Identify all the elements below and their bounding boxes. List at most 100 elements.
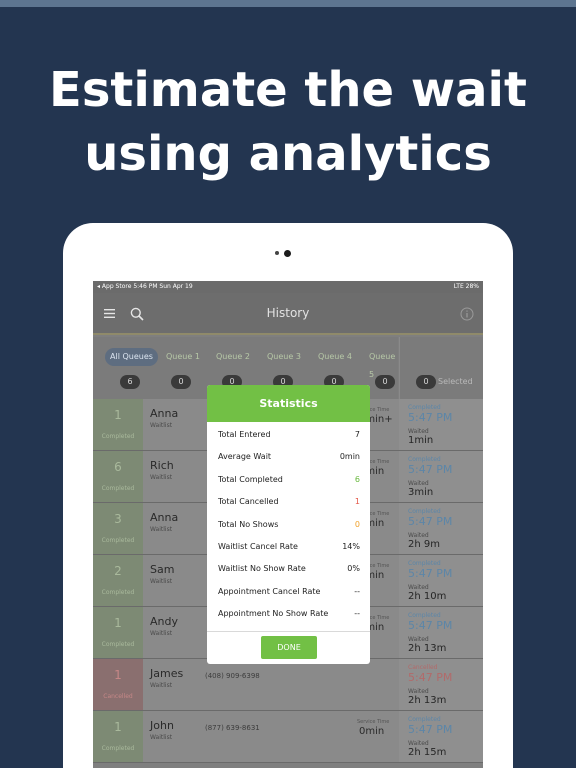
completion-state: Completed xyxy=(408,716,441,723)
selected-label: Selected xyxy=(438,377,473,386)
stat-value: 0min xyxy=(339,452,360,462)
waited-label: Waited xyxy=(408,584,429,591)
position-state: Completed xyxy=(101,589,135,596)
done-button[interactable]: DONE xyxy=(261,636,317,659)
info-icon[interactable] xyxy=(460,307,474,321)
stat-row: Total Cancelled 1 xyxy=(207,490,370,512)
guest-phone: (877) 639-8631 xyxy=(205,724,260,732)
waited-value: 1min xyxy=(408,435,434,446)
waited-label: Waited xyxy=(408,428,429,435)
guest-type: Waitlist xyxy=(150,734,173,741)
completion-cell: Completed 5:47 PM Waited 2h 15m xyxy=(399,711,483,762)
waited-value: 3min xyxy=(408,487,434,498)
position-state: Completed xyxy=(101,641,135,648)
status-left: ◂ App Store 5:46 PM Sun Apr 19 xyxy=(97,283,193,290)
stat-label: Total No Shows xyxy=(218,519,279,529)
guest-name: Sam xyxy=(150,563,175,576)
stat-row: Appointment Cancel Rate -- xyxy=(207,580,370,602)
stat-row: Waitlist No Show Rate 0% xyxy=(207,557,370,579)
position-state: Cancelled xyxy=(103,693,133,700)
waited-value: 2h 13m xyxy=(408,695,447,706)
completion-time: 5:47 PM xyxy=(408,723,453,736)
modal-footer: DONE xyxy=(207,631,370,664)
completion-time: 5:47 PM xyxy=(408,619,453,632)
stat-label: Total Completed xyxy=(218,474,283,484)
stat-value: 0% xyxy=(347,564,360,574)
tab-all-queues[interactable]: All Queues xyxy=(105,348,158,366)
completion-time: 5:47 PM xyxy=(408,671,453,684)
tab-queue-3[interactable]: Queue 3 xyxy=(267,348,301,366)
waited-label: Waited xyxy=(408,532,429,539)
tablet-sensor xyxy=(275,251,279,255)
modal-title: Statistics xyxy=(207,385,370,422)
completion-cell: Cancelled 5:47 PM Waited 2h 13m xyxy=(399,659,483,710)
position-cell: 1 Completed xyxy=(93,607,143,658)
completion-state: Completed xyxy=(408,456,441,463)
stat-value: 0 xyxy=(354,519,360,529)
completion-cell: Completed 5:47 PM Waited 2h 13m xyxy=(399,607,483,658)
tab-queue-2[interactable]: Queue 2 xyxy=(216,348,250,366)
stat-row: Waitlist Cancel Rate 14% xyxy=(207,535,370,557)
table-row[interactable]: 1 Cancelled James Waitlist (408) 909-6398 Can… xyxy=(93,659,483,711)
completion-state: Completed xyxy=(408,560,441,567)
stat-value: -- xyxy=(354,609,360,619)
completion-cell: Completed 5:47 PM Waited 1min xyxy=(399,399,483,450)
waited-value: 2h 10m xyxy=(408,591,447,602)
guest-name: James xyxy=(150,667,184,680)
completion-cell: Completed 5:47 PM Waited 2h 10m xyxy=(399,555,483,606)
position-state: Completed xyxy=(101,537,135,544)
selected-count-badge: 0 xyxy=(416,375,436,389)
position-state: Completed xyxy=(101,433,135,440)
position-number: 1 xyxy=(114,616,122,630)
completion-time: 5:47 PM xyxy=(408,515,453,528)
nav-bar: History xyxy=(93,293,483,335)
stat-row: Total No Shows 0 xyxy=(207,513,370,535)
stat-label: Appointment Cancel Rate xyxy=(218,586,321,596)
tab-queue-1[interactable]: Queue 1 xyxy=(166,348,200,366)
waited-label: Waited xyxy=(408,740,429,747)
guest-name: Anna xyxy=(150,407,179,420)
position-number: 3 xyxy=(114,512,122,526)
stat-row: Total Completed 6 xyxy=(207,468,370,490)
stat-value: 6 xyxy=(354,474,360,484)
position-cell: 1 Completed xyxy=(93,399,143,450)
stat-label: Waitlist Cancel Rate xyxy=(218,542,298,551)
tab-queue-4[interactable]: Queue 4 xyxy=(318,348,352,366)
position-state: Completed xyxy=(101,745,135,752)
waited-label: Waited xyxy=(408,480,429,487)
stat-value: 14% xyxy=(342,542,360,551)
stat-value: -- xyxy=(354,586,360,596)
stat-row: Total Entered 7 xyxy=(207,423,370,445)
selected-panel: 0 Selected xyxy=(399,337,483,399)
page-title: History xyxy=(266,306,310,320)
waited-value: 2h 9m xyxy=(408,539,440,550)
waited-label: Waited xyxy=(408,636,429,643)
position-cell: 3 Completed xyxy=(93,503,143,554)
top-strip xyxy=(0,0,576,7)
position-number: 1 xyxy=(114,668,122,682)
tablet-camera xyxy=(284,250,291,257)
position-cell: 1 Cancelled xyxy=(93,659,143,710)
stat-row: Average Wait 0min xyxy=(207,445,370,467)
table-row[interactable]: 1 Completed John Waitlist (877) 639-8631 Serv… xyxy=(93,711,483,763)
count-badge-queue-1: 0 xyxy=(171,375,191,389)
guest-type: Waitlist xyxy=(150,630,173,637)
stat-label: Average Wait xyxy=(218,452,272,462)
status-right: LTE 28% xyxy=(453,283,479,290)
position-number: 1 xyxy=(114,720,122,734)
headline-line-1: Estimate the wait xyxy=(49,62,527,118)
waited-label: Waited xyxy=(408,688,429,695)
headline-line-2: using analytics xyxy=(84,126,492,182)
count-badge-queue-5: 0 xyxy=(375,375,395,389)
service-time-value: 0min xyxy=(359,726,385,737)
position-cell: 6 Completed xyxy=(93,451,143,502)
completion-time: 5:47 PM xyxy=(408,567,453,580)
stat-label: Total Cancelled xyxy=(218,497,279,507)
position-cell: 1 Completed xyxy=(93,711,143,762)
tab-queue-5[interactable]: Queue 5 xyxy=(369,348,398,379)
completion-state: Completed xyxy=(408,508,441,515)
completion-time: 5:47 PM xyxy=(408,411,453,424)
stat-value: 7 xyxy=(354,430,360,439)
position-number: 1 xyxy=(114,408,122,422)
guest-name: Anna xyxy=(150,511,179,524)
